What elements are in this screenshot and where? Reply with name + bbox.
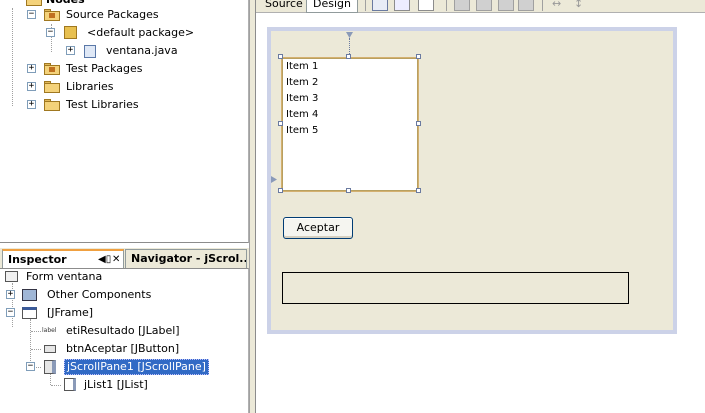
tab-design[interactable]: Design: [306, 0, 358, 13]
list-item[interactable]: Item 1: [283, 59, 417, 75]
design-canvas[interactable]: Item 1 Item 2 Item 3 Item 4 Item 5 Acept…: [267, 27, 677, 334]
package-icon: [64, 26, 77, 39]
collapse-icon[interactable]: −: [46, 28, 55, 37]
jlabel-icon: label: [42, 327, 57, 334]
align-top-icon[interactable]: [498, 0, 514, 11]
tree-item-label: <default package>: [87, 26, 195, 39]
inspector-item-label: Form ventana: [26, 270, 103, 283]
inspector-tab-bar: Inspector ◀▯ ✕ Navigator - jScrol...: [0, 248, 249, 268]
inspector-tree: Form ventana + Other Components − [JFram…: [0, 268, 249, 413]
tab-source[interactable]: Source: [259, 0, 309, 13]
resize-handle[interactable]: [346, 54, 351, 59]
inspector-item-label: [JFrame]: [47, 306, 94, 319]
collapse-icon[interactable]: −: [27, 10, 36, 19]
connection-mode-icon[interactable]: [394, 0, 410, 11]
align-right-icon[interactable]: [476, 0, 492, 11]
selection-mode-icon[interactable]: [372, 0, 388, 11]
expand-icon[interactable]: +: [6, 290, 15, 299]
tree-item-label: Libraries: [66, 80, 114, 93]
align-left-icon[interactable]: [454, 0, 470, 11]
tab-navigator[interactable]: Navigator - jScrol...: [125, 249, 247, 268]
aceptar-button[interactable]: Aceptar: [283, 217, 353, 239]
source-packages-icon: [44, 9, 60, 21]
tree-item-label: ventana.java: [106, 44, 178, 57]
anchor-left-icon: [271, 176, 277, 183]
tree-item-label: Source Packages: [66, 8, 159, 21]
inspector-item-label: Other Components: [47, 288, 152, 301]
resize-handle[interactable]: [278, 121, 283, 126]
tree-guide: [31, 349, 41, 350]
inspector-item-label: btnAceptar [JButton]: [66, 342, 180, 355]
test-packages-icon: [44, 63, 60, 75]
resize-handle[interactable]: [416, 188, 421, 193]
tree-guide: [31, 331, 41, 332]
tree-item-label: Test Libraries: [66, 98, 139, 111]
tree-guide: [51, 385, 61, 386]
test-libraries-icon: [44, 99, 60, 111]
expand-icon[interactable]: +: [27, 100, 36, 109]
horizontal-resize-icon[interactable]: ↔: [552, 0, 568, 11]
result-label[interactable]: [282, 272, 629, 304]
components-icon: [22, 289, 37, 301]
list-item[interactable]: Item 2: [283, 75, 417, 91]
libraries-icon: [44, 81, 60, 93]
tree-item-label: Test Packages: [66, 62, 143, 75]
resize-handle[interactable]: [346, 188, 351, 193]
expand-icon[interactable]: +: [27, 82, 36, 91]
tree-guide: [12, 8, 13, 106]
toolbar-separator: [446, 0, 447, 11]
resize-handle[interactable]: [278, 54, 283, 59]
pin-icon[interactable]: ◀▯: [98, 251, 111, 268]
close-icon[interactable]: ✕: [112, 251, 120, 268]
jscrollpane-icon: [44, 360, 56, 374]
project-tree: Nodes − Source Packages − <default packa…: [0, 0, 249, 243]
toolbar-separator: [542, 0, 543, 11]
left-panel: Nodes − Source Packages − <default packa…: [0, 0, 250, 413]
jframe-icon: [22, 307, 37, 319]
vertical-resize-icon[interactable]: ↕: [574, 0, 590, 11]
resize-handle[interactable]: [416, 54, 421, 59]
inspector-item-label: jScrollPane1 [JScrollPane]: [64, 359, 209, 375]
collapse-icon[interactable]: −: [26, 362, 35, 371]
jlist-icon: [64, 378, 76, 391]
form-icon: [5, 271, 18, 282]
inspector-item-label: jList1 [JList]: [84, 378, 148, 391]
list-item[interactable]: Item 5: [283, 123, 417, 139]
align-bottom-icon[interactable]: [518, 0, 534, 11]
expand-icon[interactable]: +: [66, 46, 75, 55]
jlist-items[interactable]: Item 1 Item 2 Item 3 Item 4 Item 5: [281, 57, 419, 192]
java-form-icon: [84, 45, 96, 58]
list-item[interactable]: Item 3: [283, 91, 417, 107]
collapse-icon[interactable]: −: [6, 308, 15, 317]
tree-guide: [50, 373, 51, 385]
tab-label: Navigator - jScrol...: [131, 252, 247, 265]
jbutton-icon: [44, 345, 56, 353]
resize-handle[interactable]: [278, 188, 283, 193]
tab-inspector[interactable]: Inspector ◀▯ ✕: [2, 249, 124, 268]
editor-toolbar: Source Design ↔ ↕: [256, 0, 705, 13]
folder-icon: [26, 0, 42, 6]
tab-label: Inspector: [8, 253, 67, 266]
expand-icon[interactable]: +: [27, 64, 36, 73]
preview-icon[interactable]: [418, 0, 434, 11]
resize-handle[interactable]: [416, 121, 421, 126]
toolbar-separator: [365, 0, 366, 11]
form-editor: Source Design ↔ ↕ Item 1 Item 2 Item 3 I…: [255, 0, 705, 413]
inspector-item-label: etiResultado [JLabel]: [66, 324, 180, 337]
list-item[interactable]: Item 4: [283, 107, 417, 123]
